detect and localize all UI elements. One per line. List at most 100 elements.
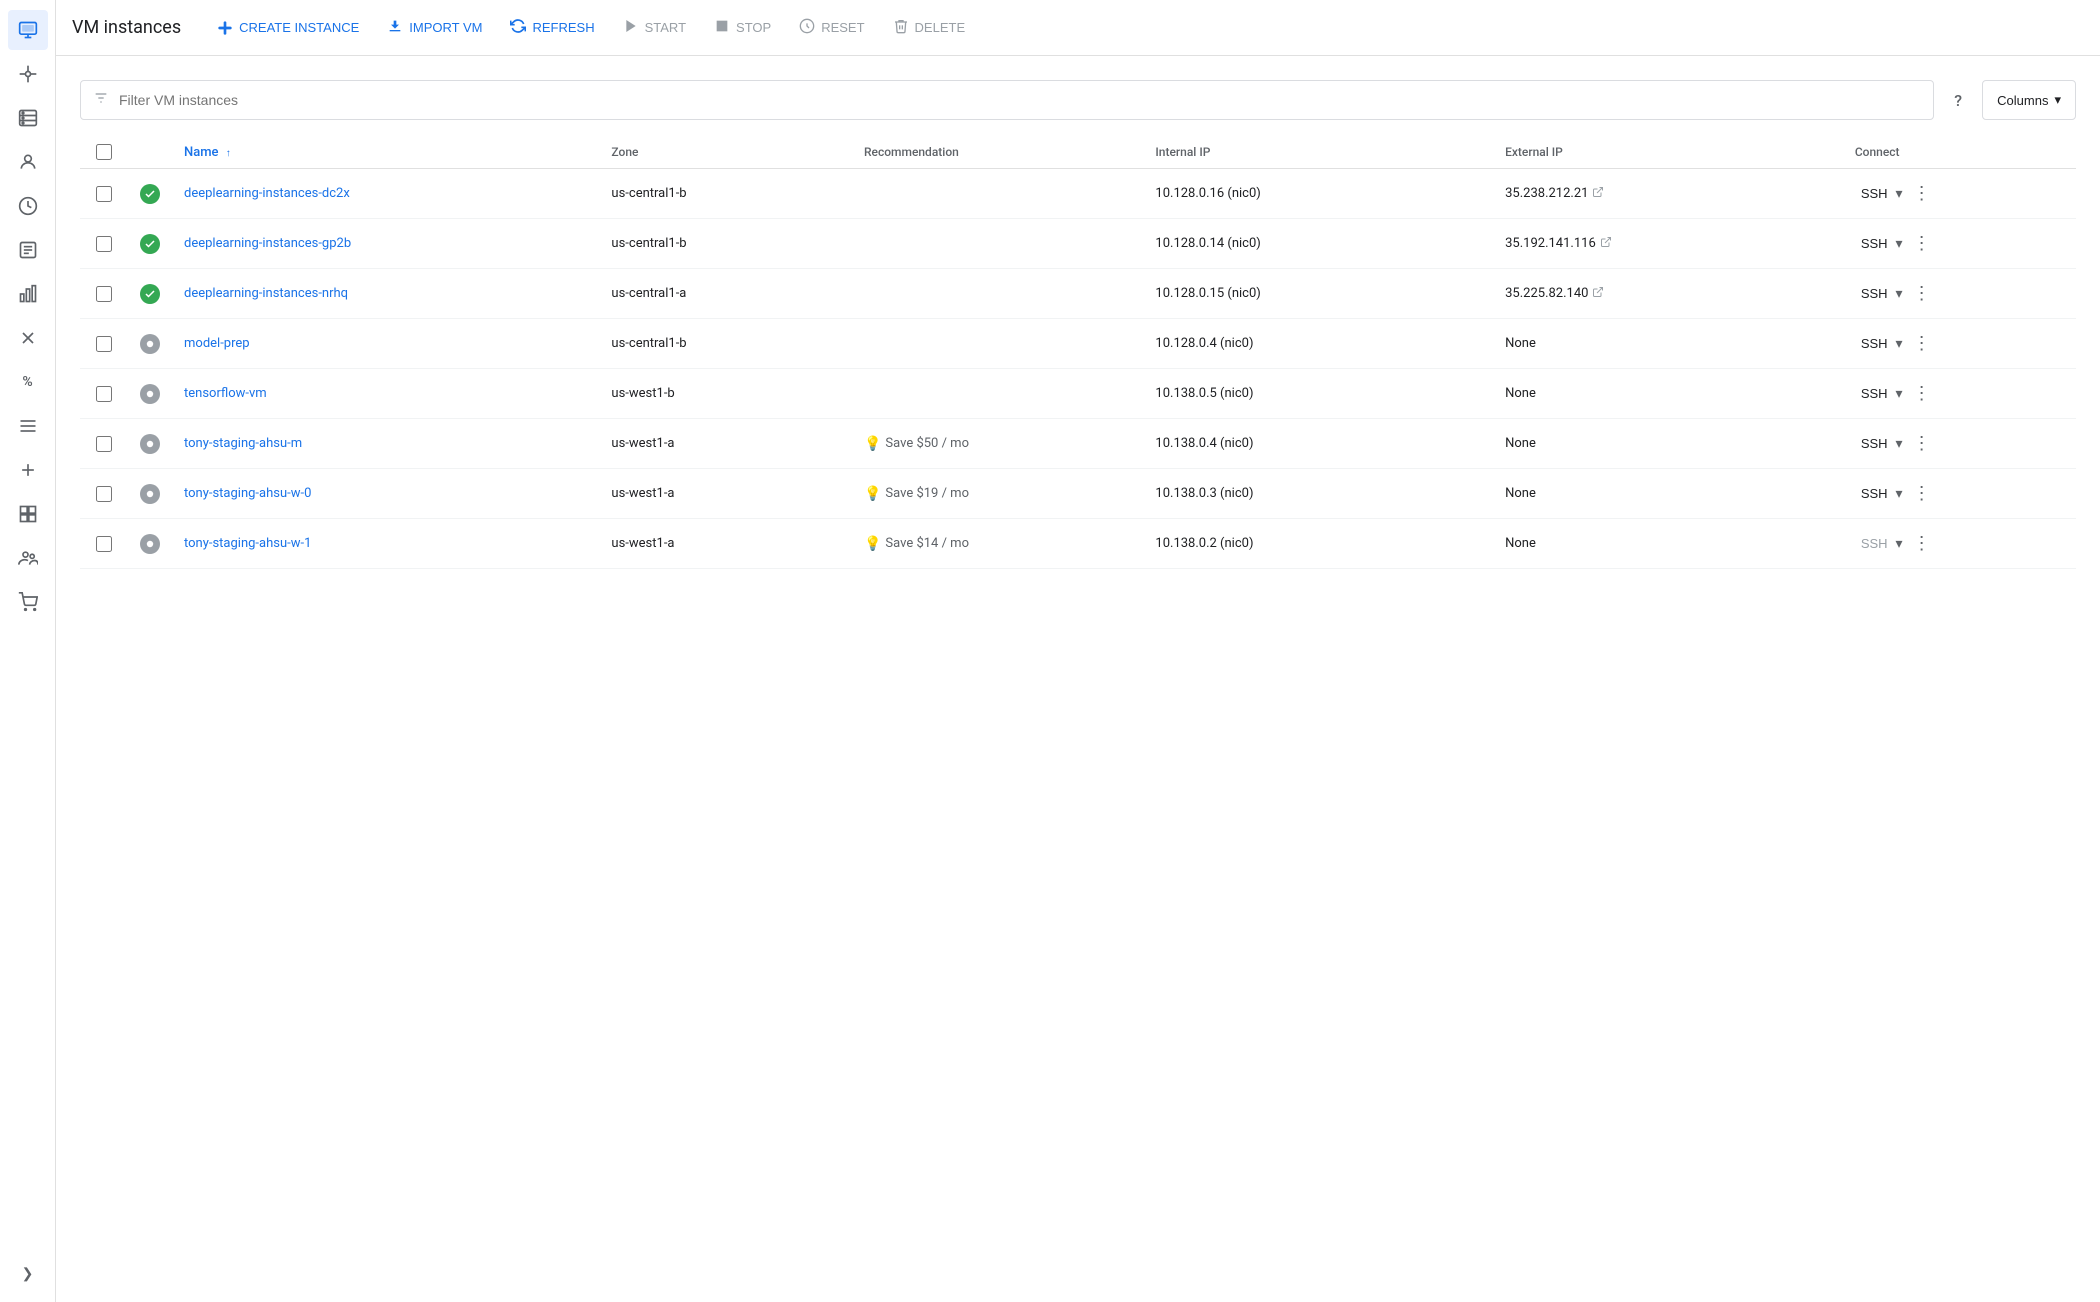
sidebar-item-monitoring[interactable] xyxy=(8,186,48,226)
header-connect-cell: Connect xyxy=(1843,136,2076,169)
row-5-more-button[interactable]: ⋮ xyxy=(1905,429,1939,458)
sidebar-item-widgets[interactable] xyxy=(8,494,48,534)
row-6-checkbox[interactable] xyxy=(96,486,112,502)
row-3-checkbox-cell xyxy=(80,319,128,369)
header-checkbox-cell xyxy=(80,136,128,169)
sidebar-item-healthcare[interactable] xyxy=(8,450,48,490)
row-7-more-button[interactable]: ⋮ xyxy=(1905,529,1939,558)
row-2-ssh-button[interactable]: SSH xyxy=(1855,282,1894,305)
row-3-more-button[interactable]: ⋮ xyxy=(1905,329,1939,358)
row-1-checkbox[interactable] xyxy=(96,236,112,252)
row-2-more-button[interactable]: ⋮ xyxy=(1905,279,1939,308)
row-2-ssh-dropdown[interactable]: ▾ xyxy=(1894,281,1905,306)
refresh-icon xyxy=(510,18,526,37)
row-3-ssh-button[interactable]: SSH xyxy=(1855,332,1894,355)
filter-input-wrap[interactable] xyxy=(80,80,1934,120)
filter-input[interactable] xyxy=(119,92,1921,108)
row-5-recommendation[interactable]: 💡Save $50 / mo xyxy=(864,436,1131,452)
row-3-ssh-dropdown[interactable]: ▾ xyxy=(1894,331,1905,356)
external-link-icon[interactable] xyxy=(1600,236,1612,251)
row-0-name-link[interactable]: deeplearning-instances-dc2x xyxy=(184,186,350,201)
row-3-checkbox[interactable] xyxy=(96,336,112,352)
table-row: tony-staging-ahsu-m us-west1-a 💡Save $50 /… xyxy=(80,419,2076,469)
row-5-checkbox[interactable] xyxy=(96,436,112,452)
sidebar-item-cart[interactable] xyxy=(8,582,48,622)
sidebar-item-security[interactable] xyxy=(8,318,48,358)
row-6-name-link[interactable]: tony-staging-ahsu-w-0 xyxy=(184,486,311,501)
row-6-recommendation[interactable]: 💡Save $19 / mo xyxy=(864,486,1131,502)
sidebar-item-firestore[interactable] xyxy=(8,406,48,446)
sidebar-item-logging[interactable] xyxy=(8,230,48,270)
row-6-ssh-dropdown[interactable]: ▾ xyxy=(1894,481,1905,506)
help-button[interactable]: ? xyxy=(1942,84,1974,116)
sidebar-item-network[interactable] xyxy=(8,54,48,94)
row-5-zone-cell: us-west1-a xyxy=(599,419,852,469)
row-0-ssh-button[interactable]: SSH xyxy=(1855,182,1894,205)
row-3-name-link[interactable]: model-prep xyxy=(184,336,250,351)
start-icon xyxy=(623,18,639,37)
row-5-name-link[interactable]: tony-staging-ahsu-m xyxy=(184,436,302,451)
row-7-ssh-dropdown[interactable]: ▾ xyxy=(1894,531,1905,556)
row-6-internal-ip-cell: 10.138.0.3 (nic0) xyxy=(1143,469,1493,519)
bulb-icon: 💡 xyxy=(864,486,881,502)
row-4-checkbox[interactable] xyxy=(96,386,112,402)
sidebar-item-analytics[interactable] xyxy=(8,274,48,314)
stop-button[interactable]: STOP xyxy=(702,12,783,43)
row-1-name-link[interactable]: deeplearning-instances-gp2b xyxy=(184,236,351,251)
row-3-name-cell: model-prep xyxy=(172,319,599,369)
sidebar-item-identity[interactable] xyxy=(8,142,48,182)
row-4-name-link[interactable]: tensorflow-vm xyxy=(184,386,267,401)
header-recommendation-cell: Recommendation xyxy=(852,136,1143,169)
import-vm-button[interactable]: IMPORT VM xyxy=(375,12,494,43)
sidebar-item-billing[interactable]: % xyxy=(8,362,48,402)
row-5-status-cell xyxy=(128,419,172,469)
header-name-cell[interactable]: Name ↑ xyxy=(172,136,599,169)
external-link-icon[interactable] xyxy=(1592,286,1604,301)
row-1-ssh-dropdown[interactable]: ▾ xyxy=(1894,231,1905,256)
row-6-zone-cell: us-west1-a xyxy=(599,469,852,519)
row-2-name-link[interactable]: deeplearning-instances-nrhq xyxy=(184,286,348,301)
sidebar-item-users[interactable] xyxy=(8,538,48,578)
columns-button[interactable]: Columns ▾ xyxy=(1982,80,2076,120)
reset-button[interactable]: RESET xyxy=(787,12,876,43)
row-3-status-cell xyxy=(128,319,172,369)
row-5-ssh-dropdown[interactable]: ▾ xyxy=(1894,431,1905,456)
row-6-more-button[interactable]: ⋮ xyxy=(1905,479,1939,508)
sidebar-item-storage[interactable] xyxy=(8,98,48,138)
row-2-checkbox[interactable] xyxy=(96,286,112,302)
sidebar-toggle-button[interactable]: ❯ xyxy=(8,1254,48,1294)
row-1-more-button[interactable]: ⋮ xyxy=(1905,229,1939,258)
row-3-recommendation-cell xyxy=(852,319,1143,369)
row-4-more-button[interactable]: ⋮ xyxy=(1905,379,1939,408)
row-0-more-button[interactable]: ⋮ xyxy=(1905,179,1939,208)
row-6-recommendation-cell: 💡Save $19 / mo xyxy=(852,469,1143,519)
delete-button[interactable]: DELETE xyxy=(881,12,978,43)
row-7-ssh-button[interactable]: SSH xyxy=(1855,532,1894,555)
row-1-connect-cell: SSH ▾ ⋮ xyxy=(1843,219,2076,269)
stop-icon xyxy=(714,18,730,37)
select-all-checkbox[interactable] xyxy=(96,144,112,160)
row-6-ssh-button[interactable]: SSH xyxy=(1855,482,1894,505)
refresh-button[interactable]: REFRESH xyxy=(498,12,606,43)
row-4-ssh-dropdown[interactable]: ▾ xyxy=(1894,381,1905,406)
row-7-zone-cell: us-west1-a xyxy=(599,519,852,569)
row-7-recommendation[interactable]: 💡Save $14 / mo xyxy=(864,536,1131,552)
main-content: VM instances CREATE INSTANCE IMPORT VM R… xyxy=(56,0,2100,1302)
external-link-icon[interactable] xyxy=(1592,186,1604,201)
row-3-ssh-wrap: SSH ▾ ⋮ xyxy=(1855,329,2064,358)
sidebar-bottom: ❯ xyxy=(8,1254,48,1302)
row-1-ssh-wrap: SSH ▾ ⋮ xyxy=(1855,229,2064,258)
row-0-checkbox[interactable] xyxy=(96,186,112,202)
row-0-connect-cell: SSH ▾ ⋮ xyxy=(1843,169,2076,219)
row-0-ssh-dropdown[interactable]: ▾ xyxy=(1894,181,1905,206)
row-7-internal-ip: 10.138.0.2 (nic0) xyxy=(1155,536,1253,551)
row-7-checkbox[interactable] xyxy=(96,536,112,552)
row-5-ssh-button[interactable]: SSH xyxy=(1855,432,1894,455)
row-4-ssh-button[interactable]: SSH xyxy=(1855,382,1894,405)
start-button[interactable]: START xyxy=(611,12,698,43)
sidebar-item-compute[interactable] xyxy=(8,10,48,50)
create-instance-button[interactable]: CREATE INSTANCE xyxy=(205,14,371,42)
row-7-name-link[interactable]: tony-staging-ahsu-w-1 xyxy=(184,536,311,551)
row-1-recommendation-cell xyxy=(852,219,1143,269)
row-1-ssh-button[interactable]: SSH xyxy=(1855,232,1894,255)
